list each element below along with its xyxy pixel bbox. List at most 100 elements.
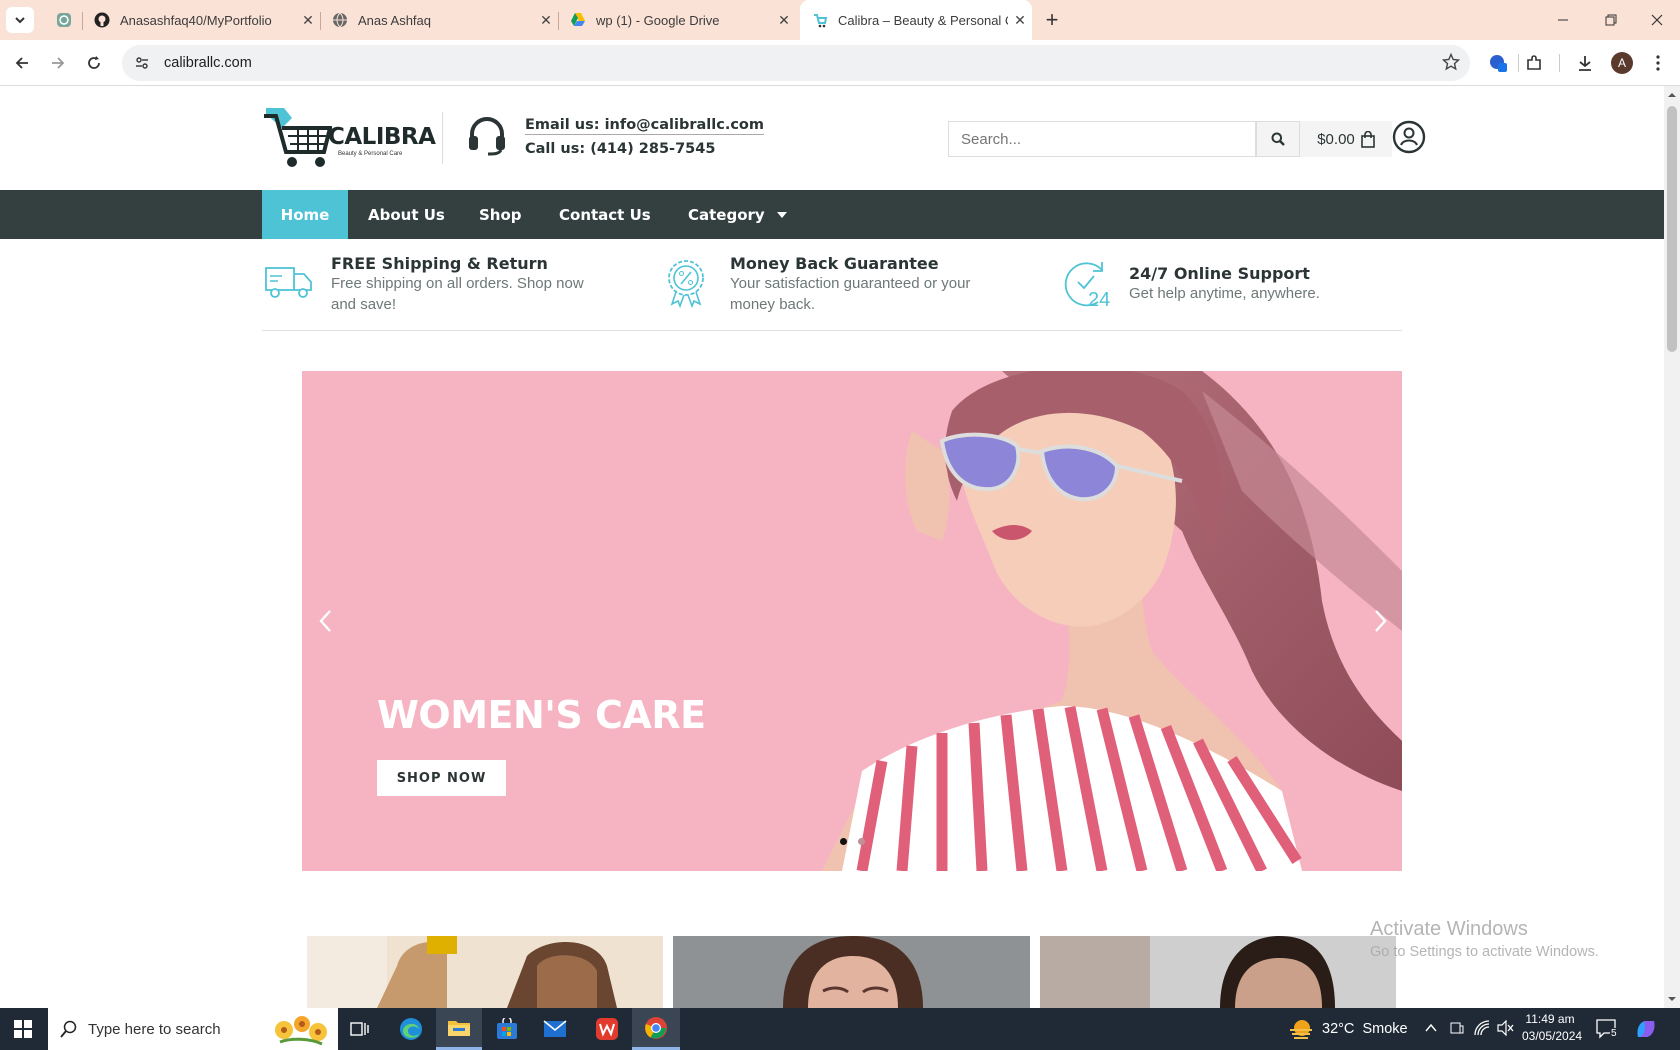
- profile-initial: A: [1611, 52, 1633, 74]
- web-page: CALIBRA Beauty & Personal Care Email us:…: [0, 86, 1664, 1008]
- search-form: [948, 121, 1300, 157]
- weather-haze-icon: [1290, 1020, 1312, 1039]
- slider-next-button[interactable]: [1370, 607, 1390, 635]
- feature-text: Your satisfaction guaranteed or your mon…: [730, 275, 971, 313]
- new-tab-button[interactable]: +: [1038, 7, 1066, 33]
- arrow-right-icon: [52, 57, 65, 69]
- start-button[interactable]: [0, 1008, 46, 1050]
- device-icon[interactable]: [1450, 1021, 1464, 1040]
- slider-dot-2[interactable]: [858, 838, 865, 845]
- downloads-icon[interactable]: [1570, 48, 1600, 78]
- notification-center-icon[interactable]: 5: [1596, 1018, 1618, 1045]
- microsoft-store-icon[interactable]: [484, 1008, 530, 1050]
- scrollbar-thumb[interactable]: [1667, 106, 1677, 352]
- tab-title: Calibra – Beauty & Personal Care: [838, 12, 1008, 28]
- category-thumb-2[interactable]: [673, 936, 1030, 1008]
- network-icon[interactable]: [1474, 1020, 1490, 1041]
- tab-calibra[interactable]: Calibra – Beauty & Personal Care ✕: [800, 0, 1032, 40]
- nav-contact-us[interactable]: Contact Us: [559, 190, 651, 239]
- nav-home[interactable]: Home: [262, 190, 348, 239]
- github-icon: [94, 12, 110, 28]
- tab-title: wp (1) - Google Drive: [596, 12, 720, 28]
- close-window-button[interactable]: [1634, 0, 1680, 40]
- tab-search-button[interactable]: [6, 7, 34, 33]
- slider-dot-1[interactable]: [840, 838, 847, 845]
- browser-toolbar: calibrallc.com A: [0, 40, 1680, 86]
- copilot-icon[interactable]: [1634, 1017, 1658, 1046]
- nav-category[interactable]: Category: [688, 190, 787, 239]
- category-thumb-1[interactable]: [307, 936, 663, 1008]
- url-text: calibrallc.com: [164, 55, 252, 71]
- chatgpt-icon: [56, 12, 72, 28]
- site-info-icon[interactable]: [130, 51, 154, 75]
- arrow-left-icon: [15, 57, 28, 69]
- show-hidden-icons[interactable]: [1424, 1021, 1438, 1040]
- restore-icon: [1605, 14, 1617, 26]
- weather-widget[interactable]: 32°C Smoke: [1288, 1008, 1408, 1050]
- tab-github[interactable]: Anasashfaq40/MyPortfolio ✕: [82, 0, 320, 40]
- volume-muted-icon[interactable]: [1497, 1019, 1515, 1041]
- copilot-extension-icon[interactable]: [1483, 48, 1513, 78]
- close-icon: [1651, 14, 1663, 26]
- hero-slider: WOMEN'S CARE SHOP NOW: [302, 371, 1402, 871]
- tab-google-drive[interactable]: wp (1) - Google Drive ✕: [558, 0, 796, 40]
- clock-date: 03/05/2024: [1522, 1029, 1583, 1043]
- restore-button[interactable]: [1588, 0, 1634, 40]
- hero-heading: WOMEN'S CARE: [377, 693, 706, 737]
- edge-browser-icon[interactable]: [388, 1008, 434, 1050]
- contact-phone[interactable]: Call us: (414) 285-7545: [525, 141, 715, 157]
- shop-now-button[interactable]: SHOP NOW: [377, 760, 506, 796]
- notification-count: 5: [1610, 1028, 1618, 1039]
- scroll-down-icon[interactable]: [1664, 992, 1680, 1006]
- windows-taskbar: Type here to search 32°C Smoke 11:49 am …: [0, 1008, 1680, 1050]
- address-bar[interactable]: calibrallc.com: [122, 45, 1470, 81]
- browser-tab-strip: Anasashfaq40/MyPortfolio ✕ Anas Ashfaq ✕…: [0, 0, 1680, 40]
- nav-about-us[interactable]: About Us: [368, 190, 445, 239]
- taskbar-clock[interactable]: 11:49 am 03/05/2024: [1522, 1011, 1583, 1045]
- main-navigation: Home About Us Shop Contact Us Category: [0, 190, 1664, 239]
- search-button[interactable]: [1256, 121, 1300, 157]
- close-tab-icon[interactable]: ✕: [534, 12, 558, 29]
- slider-prev-button[interactable]: [316, 607, 336, 635]
- account-icon[interactable]: [1392, 120, 1426, 159]
- close-tab-icon[interactable]: ✕: [772, 12, 796, 29]
- nav-shop[interactable]: Shop: [479, 190, 522, 239]
- category-thumb-3[interactable]: [1040, 936, 1396, 1008]
- minimize-button[interactable]: [1540, 0, 1586, 40]
- tab-chatgpt[interactable]: [44, 0, 80, 40]
- tab-anas-ashfaq[interactable]: Anas Ashfaq ✕: [320, 0, 558, 40]
- logo-tagline: Beauty & Personal Care: [338, 151, 403, 157]
- site-logo[interactable]: CALIBRA Beauty & Personal Care: [262, 106, 436, 170]
- file-explorer-icon[interactable]: [436, 1008, 482, 1050]
- extensions-icon[interactable]: [1519, 48, 1549, 78]
- cart-button[interactable]: $0.00: [1300, 121, 1392, 157]
- task-view-icon[interactable]: [337, 1008, 383, 1050]
- chevron-down-icon: [15, 17, 25, 24]
- percent-badge-icon: [668, 260, 704, 308]
- mail-icon[interactable]: [532, 1008, 578, 1050]
- contact-email[interactable]: Email us: info@calibrallc.com: [525, 117, 764, 135]
- feature-money-back: Money Back Guarantee Your satisfaction g…: [662, 254, 1022, 318]
- cart-total: $0.00: [1317, 130, 1355, 148]
- taskbar-search-placeholder: Type here to search: [88, 1020, 221, 1038]
- scroll-up-icon[interactable]: [1664, 88, 1680, 102]
- close-tab-icon[interactable]: ✕: [296, 12, 320, 29]
- chrome-taskbar-icon[interactable]: [632, 1008, 680, 1050]
- search-input[interactable]: [948, 121, 1256, 157]
- tab-title: Anas Ashfaq: [358, 12, 431, 28]
- chevron-left-icon: [319, 610, 331, 632]
- chevron-up-icon: [1425, 1023, 1437, 1032]
- profile-avatar[interactable]: A: [1607, 48, 1637, 78]
- reload-icon: [88, 56, 100, 69]
- back-button[interactable]: [7, 48, 37, 78]
- wps-office-icon[interactable]: [584, 1008, 630, 1050]
- bookmark-star-icon[interactable]: [1441, 52, 1461, 76]
- forward-button[interactable]: [43, 48, 73, 78]
- svg-text:24: 24: [1088, 289, 1110, 310]
- close-tab-icon[interactable]: ✕: [1008, 12, 1032, 29]
- nav-label: Home: [280, 205, 330, 224]
- taskbar-search-box[interactable]: Type here to search: [48, 1008, 338, 1050]
- shopping-cart-logo-icon: [264, 108, 332, 167]
- reload-button[interactable]: [79, 48, 109, 78]
- chrome-menu-icon[interactable]: [1643, 48, 1673, 78]
